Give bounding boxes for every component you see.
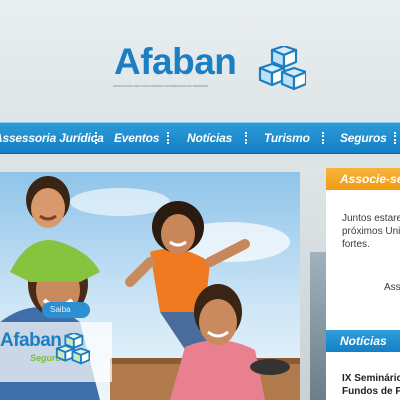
news-headline-line[interactable]: Fundos de Pen	[342, 385, 400, 398]
nav-separator	[322, 132, 326, 144]
side-photo-strip	[310, 252, 326, 400]
nav-separator	[245, 132, 249, 144]
noticias-header[interactable]: Notícias	[326, 330, 400, 352]
nav-item-noticias[interactable]: Notícias	[187, 123, 232, 153]
logo-cube-icon	[258, 46, 306, 91]
associe-se-label: Asso	[384, 282, 400, 293]
saiba-mais-button[interactable]: Saiba	[42, 302, 90, 318]
nav-separator	[95, 132, 99, 144]
nav-item-eventos[interactable]: Eventos	[114, 123, 159, 153]
nav-item-turismo[interactable]: Turismo	[264, 123, 310, 153]
main-nav: Assessoria Jurídica Eventos Notícias Tur…	[0, 122, 400, 154]
nav-separator	[167, 132, 171, 144]
associe-se-text-line: fortes.	[342, 239, 370, 250]
associe-se-text-line: próximos Uni	[342, 226, 400, 237]
nav-item-seguros[interactable]: Seguros	[340, 123, 387, 153]
nav-item-assessoria-juridica[interactable]: Assessoria Jurídica	[0, 123, 104, 153]
logo-cube-icon	[55, 333, 90, 365]
news-headline-line[interactable]: IX Seminário de	[342, 372, 400, 385]
associe-se-header[interactable]: Associe-se	[326, 168, 400, 190]
right-sidebar: Associe-se Juntos estaremos próximos Uni…	[326, 168, 400, 400]
site-tagline: ASSOCIAÇÃO DOS FUNCIONÁRIOS APOSENTADOS …	[113, 84, 209, 88]
site-logo-text[interactable]: Afaban	[114, 41, 237, 83]
site-header: Afaban ASSOCIAÇÃO DOS FUNCIONÁRIOS APOSE…	[0, 0, 400, 122]
associe-se-text-line: Juntos estaremos	[342, 213, 400, 224]
nav-separator	[394, 132, 398, 144]
